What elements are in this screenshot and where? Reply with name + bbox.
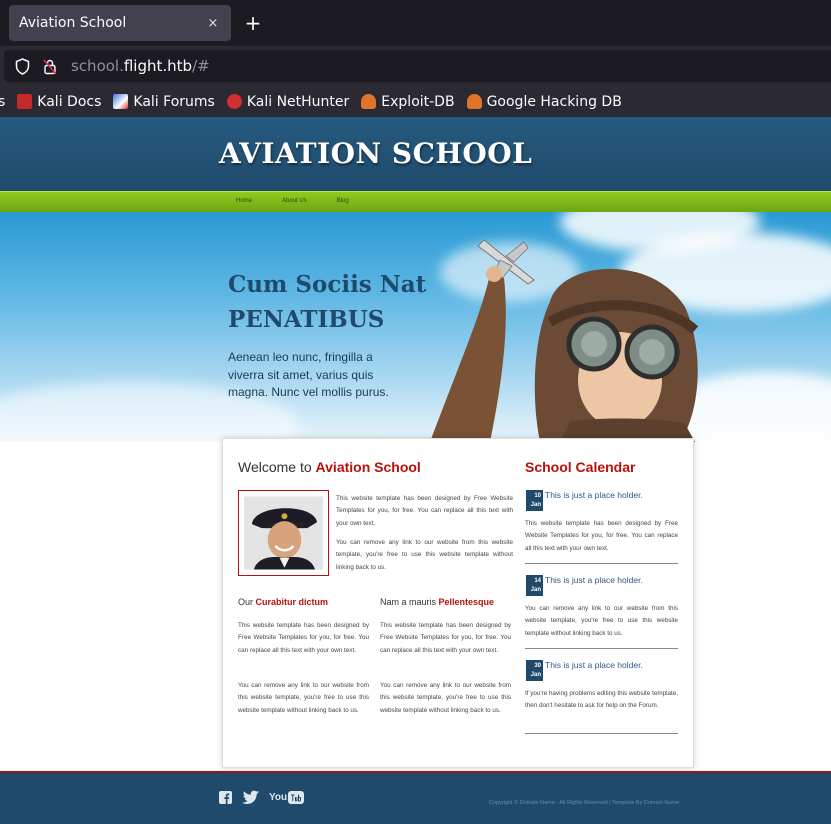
main-menu: Home About Us Blog [236, 198, 379, 204]
pilot-photo [238, 490, 329, 576]
event-date-badge: 30 Jan [526, 660, 543, 681]
event-divider [525, 563, 678, 564]
hero-banner: Cum Sociis Nat PENATIBUS Aenean leo nunc… [0, 212, 831, 442]
welcome-heading: Welcome to Aviation School [238, 459, 421, 475]
event-month: Jan [530, 502, 541, 508]
column1-highlight: Curabitur dictum [255, 597, 329, 607]
url-subdomain: school. [71, 57, 124, 75]
new-tab-button[interactable]: + [243, 12, 263, 34]
url-bar[interactable]: school.flight.htb/# [4, 50, 831, 82]
bookmark-label: Kali NetHunter [246, 93, 350, 110]
event-day: 10 [534, 493, 541, 499]
kali-nethunter-icon [226, 94, 242, 109]
pilot-portrait-image [244, 496, 323, 570]
site-logo[interactable]: AVIATION SCHOOL [219, 137, 532, 170]
event-title-link[interactable]: This is just a place holder. [545, 660, 643, 670]
site-header: AVIATION SCHOOL [0, 117, 831, 191]
browser-tab[interactable]: Aviation School × [9, 5, 231, 41]
facebook-icon[interactable] [219, 789, 232, 805]
bookmark-label: Exploit-DB [381, 93, 455, 110]
event-date-badge: 10 Jan [526, 490, 543, 511]
youtube-icon[interactable]: You [269, 789, 305, 805]
calendar-title: School Calendar [525, 459, 636, 475]
event-text: If you're having problems editing this w… [525, 690, 678, 710]
event-day: 30 [534, 663, 541, 669]
intro-paragraph-2: You can remove any link to our website f… [336, 539, 513, 571]
bookmark-label: Kali Forums [133, 93, 215, 110]
bookmark-kali-docs[interactable]: Kali Docs [17, 94, 101, 110]
menu-blog[interactable]: Blog [337, 198, 349, 204]
bookmark-exploit-db[interactable]: Exploit-DB [361, 93, 455, 110]
column1-heading: Our Curabitur dictum [238, 597, 328, 607]
content-panel: Welcome to Aviation School This website … [222, 438, 694, 768]
main-menu-bar: Home About Us Blog [0, 191, 831, 212]
column1-paragraph-1: This website template has been designed … [238, 622, 369, 654]
exploit-db-icon [361, 94, 377, 109]
intro-paragraph-1: This website template has been designed … [336, 495, 513, 527]
insecure-lock-icon[interactable] [41, 57, 59, 75]
hero-title-line1: Cum Sociis Nat [228, 271, 427, 298]
event-text: You can remove any link to our website f… [525, 605, 678, 637]
ghdb-icon [466, 94, 482, 109]
event-month: Jan [530, 587, 541, 593]
copyright-text: Copyright © Domain Name - All Rights Res… [489, 800, 680, 806]
tab-close-icon[interactable]: × [205, 16, 221, 31]
bookmarks-bar: s Kali Docs Kali Forums Kali NetHunter E… [0, 86, 831, 117]
event-divider [525, 733, 678, 734]
hero-title-line2: PENATIBUS [228, 306, 385, 333]
shield-icon[interactable] [13, 57, 31, 75]
bookmark-truncated[interactable]: s [0, 94, 5, 110]
column1-paragraph-2: You can remove any link to our website f… [238, 682, 369, 714]
url-path: /# [192, 57, 210, 75]
web-page: AVIATION SCHOOL Home About Us Blog Cum S… [0, 117, 831, 824]
menu-home[interactable]: Home [236, 198, 252, 204]
url-text[interactable]: school.flight.htb/# [71, 57, 210, 75]
hero-text: Aenean leo nunc, fringilla a viverra sit… [228, 350, 389, 399]
tab-title: Aviation School [19, 15, 127, 31]
tab-bar: Aviation School × + [0, 0, 831, 46]
event-title-link[interactable]: This is just a place holder. [545, 490, 643, 500]
event-day: 14 [534, 578, 541, 584]
column2-paragraph-1: This website template has been designed … [380, 622, 511, 654]
column2-prefix: Nam a mauris [380, 597, 439, 607]
toy-airplane-icon [477, 239, 535, 285]
menu-about-us[interactable]: About Us [282, 198, 307, 204]
welcome-prefix: Welcome to [238, 459, 316, 475]
event-divider [525, 648, 678, 649]
column2-highlight: Pellentesque [438, 597, 495, 607]
column2-paragraph-2: You can remove any link to our website f… [380, 682, 511, 714]
site-footer: You Copyright © Domain Name - All Rights… [0, 771, 831, 824]
event-date-badge: 14 Jan [526, 575, 543, 596]
bookmark-ghdb[interactable]: Google Hacking DB [466, 93, 622, 110]
url-host: flight.htb [123, 57, 193, 75]
youtube-label: You [269, 791, 288, 803]
bookmark-label: Kali Docs [37, 93, 102, 110]
event-month: Jan [530, 672, 541, 678]
bookmark-kali-forums[interactable]: Kali Forums [113, 93, 215, 110]
hero-title: Cum Sociis Nat PENATIBUS [228, 267, 426, 337]
twitter-icon[interactable] [242, 789, 260, 805]
bookmark-label: Google Hacking DB [486, 93, 622, 110]
welcome-highlight: Aviation School [315, 459, 421, 475]
kali-docs-icon [17, 94, 33, 109]
event-title-link[interactable]: This is just a place holder. [545, 575, 643, 585]
kali-forums-icon [113, 94, 129, 109]
bookmark-kali-nethunter[interactable]: Kali NetHunter [226, 93, 350, 110]
nav-bar: school.flight.htb/# [0, 46, 831, 86]
boy-pilot-image [430, 239, 699, 442]
column2-heading: Nam a mauris Pellentesque [380, 597, 494, 607]
column1-prefix: Our [238, 597, 256, 607]
event-text: This website template has been designed … [525, 520, 678, 552]
